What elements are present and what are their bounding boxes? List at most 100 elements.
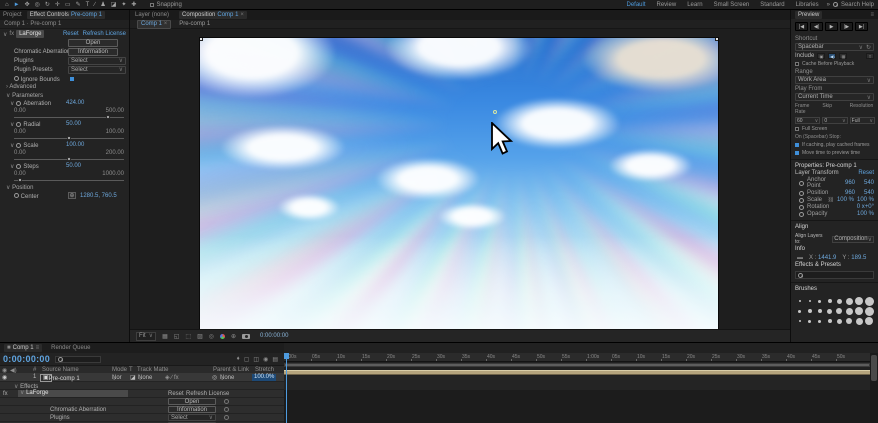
skip-dropdown[interactable]: 0∨ — [822, 117, 847, 124]
brush-swatch[interactable] — [854, 318, 864, 325]
next-frame-button[interactable]: |▶ — [840, 22, 853, 31]
current-timecode[interactable]: 0:00:00:00 — [3, 354, 50, 364]
center-point-picker-icon[interactable]: ⊕ — [68, 192, 76, 199]
search-help-label[interactable]: Search Help — [841, 2, 874, 8]
tool-selection-icon[interactable]: ► — [14, 0, 20, 10]
tab-preview[interactable]: Preview — [795, 11, 822, 19]
effect-laforge-row[interactable]: fx ∨ LaForge Reset Refresh License — [0, 390, 284, 398]
tool-type-icon[interactable]: T — [86, 0, 90, 10]
tool-clone-stamp-icon[interactable]: ♟ — [100, 0, 105, 10]
layer-stretch-value[interactable]: 100.0% — [252, 374, 276, 381]
viewer-stage[interactable] — [130, 29, 790, 329]
panel-menu-icon[interactable]: ≡ — [870, 12, 874, 18]
magnification-dropdown[interactable]: Fit∨ — [136, 332, 156, 341]
effect-refresh-license-link[interactable]: Refresh License — [83, 31, 126, 37]
brush-swatch[interactable] — [795, 310, 805, 313]
param-value[interactable]: 424.00 — [66, 100, 84, 106]
stopwatch-icon[interactable] — [16, 164, 21, 169]
brush-swatch[interactable] — [844, 298, 854, 305]
information-button[interactable]: Information — [168, 406, 216, 413]
brush-swatch[interactable] — [844, 308, 854, 315]
include-overlays-icon[interactable]: ▦ — [839, 53, 847, 59]
stopwatch-icon[interactable] — [14, 76, 19, 81]
brush-swatch[interactable] — [864, 317, 874, 325]
brush-swatch[interactable] — [805, 309, 815, 313]
brush-swatch[interactable] — [854, 307, 864, 315]
draft-3d-icon[interactable]: ▢ — [244, 356, 250, 363]
position-group[interactable]: ∨ Position — [0, 184, 129, 192]
effect-reset-link[interactable]: Reset — [168, 391, 184, 397]
layer-duration-bar[interactable] — [284, 370, 878, 375]
brush-swatch[interactable] — [805, 300, 815, 302]
tab-layer[interactable]: Layer (none) — [135, 12, 169, 18]
slider-handle[interactable] — [67, 136, 71, 140]
stopwatch-icon[interactable] — [16, 101, 21, 106]
full-screen-checkbox[interactable] — [795, 127, 799, 131]
effect-name[interactable]: LaForge — [16, 30, 44, 38]
param-slider[interactable] — [14, 159, 124, 160]
full-screen-option[interactable]: Full Screen — [791, 124, 878, 132]
workspace-learn[interactable]: Learn — [687, 2, 702, 8]
link-scale-icon[interactable]: ⛓ — [828, 197, 834, 203]
scrollbar-thumb[interactable] — [871, 355, 877, 381]
tool-shape-icon[interactable]: ▭ — [65, 0, 71, 10]
layer-name[interactable]: ▣ Pre-comp 1 — [40, 374, 52, 382]
brush-swatch[interactable] — [795, 300, 805, 302]
workspace-default[interactable]: Default — [627, 2, 646, 8]
comp-mini-tab-comp1[interactable]: Comp 1 × — [137, 20, 171, 29]
first-frame-button[interactable]: |◀ — [795, 22, 808, 31]
include-audio-icon[interactable]: ◀) — [828, 53, 836, 59]
time-ruler[interactable]: :00s05s10s15s20s25s30s35s40s45s50s55s1:0… — [284, 353, 870, 362]
range-dropdown[interactable]: Work Area∨ — [795, 76, 874, 84]
tool-pen-icon[interactable]: ✎ — [76, 0, 81, 10]
workspace-review[interactable]: Review — [657, 2, 677, 8]
expression-icon[interactable] — [224, 399, 229, 404]
expression-icon[interactable] — [224, 407, 229, 412]
brush-swatch[interactable] — [805, 320, 815, 323]
brush-swatch[interactable] — [835, 299, 845, 304]
twirl-icon[interactable]: ∨ — [10, 100, 14, 107]
tool-pan-behind-icon[interactable]: ✛ — [55, 0, 60, 10]
twirl-icon[interactable]: ∨ — [10, 142, 14, 149]
parameters-group[interactable]: ∨ Parameters — [0, 92, 129, 100]
slider-handle[interactable] — [67, 157, 71, 161]
param-slider[interactable] — [14, 180, 124, 181]
snapping-toggle[interactable]: Snapping — [150, 2, 181, 8]
playhead-line[interactable] — [286, 353, 287, 423]
param-value[interactable]: 50.00 — [66, 163, 81, 169]
stopwatch-icon[interactable] — [799, 198, 804, 203]
stopwatch-icon[interactable] — [799, 181, 804, 186]
layer-switches[interactable]: ◈ ∕ fx — [165, 374, 179, 381]
selection-handle[interactable] — [716, 38, 718, 40]
slider-handle[interactable] — [106, 115, 110, 119]
tab-timeline-comp1[interactable]: ■ Comp 1 ≡ — [4, 344, 42, 352]
selection-handle[interactable] — [200, 38, 202, 40]
shortcut-dropdown[interactable]: Spacebar∨↻ — [795, 43, 874, 51]
close-icon[interactable]: × — [240, 12, 244, 18]
tool-roto-brush-icon[interactable]: ✦ — [121, 0, 126, 10]
brush-swatch[interactable] — [825, 299, 835, 303]
brush-swatch[interactable] — [795, 320, 805, 322]
play-from-dropdown[interactable]: Current Time∨ — [795, 93, 874, 101]
effects-presets-search-input[interactable] — [795, 271, 874, 279]
layer-row-precomp1[interactable]: ◉ 1 ▣ Pre-comp 1 Nor ∨ ◪ None ∨ ◈ ∕ fx ◎… — [0, 373, 284, 382]
layer-visibility-eye-icon[interactable]: ◉ — [2, 374, 7, 381]
center-value[interactable]: 1280.5, 760.5 — [80, 193, 117, 199]
cache-icon[interactable]: ⇪ — [866, 53, 874, 59]
effects-group-row[interactable]: ∨ Effects — [0, 382, 284, 390]
snapshot-camera-icon[interactable] — [242, 334, 250, 339]
last-frame-button[interactable]: ▶| — [855, 22, 868, 31]
information-button[interactable]: Information — [68, 48, 118, 56]
transform-reset-link[interactable]: Reset — [858, 170, 874, 176]
previous-frame-button[interactable]: ◀| — [810, 22, 823, 31]
effect-center-control-point[interactable] — [493, 110, 497, 114]
move-time-checkbox[interactable] — [795, 151, 799, 155]
brush-swatch[interactable] — [835, 319, 845, 324]
tab-render-queue[interactable]: Render Queue — [51, 345, 90, 351]
effect-name-selected[interactable]: ∨ LaForge — [18, 390, 128, 397]
composition-mini-flowchart-icon[interactable]: ♦ — [237, 356, 240, 363]
brush-swatch[interactable] — [854, 297, 864, 305]
resolution-dropdown[interactable]: Full∨ — [850, 117, 875, 124]
twirl-down-icon[interactable]: ∨ — [3, 31, 7, 38]
exposure-icon[interactable]: ⊕ — [231, 333, 236, 340]
